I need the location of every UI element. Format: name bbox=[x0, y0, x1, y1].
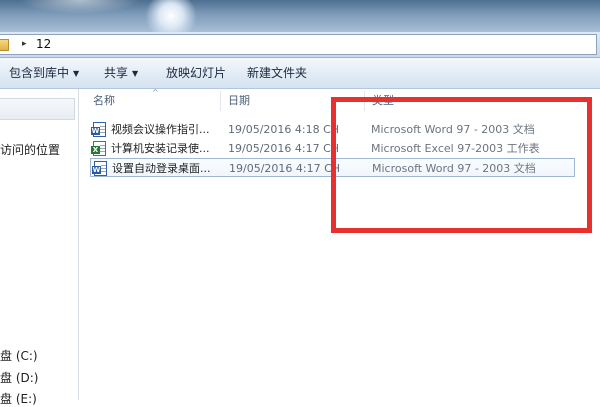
word-doc-icon: W bbox=[92, 161, 107, 176]
slideshow-button[interactable]: 放映幻灯片 bbox=[166, 58, 226, 88]
address-input[interactable]: ▸ 12 bbox=[0, 34, 597, 55]
excel-sheet-icon: X bbox=[91, 141, 106, 156]
nav-item-drive-c[interactable]: 盘 (C:) bbox=[0, 348, 38, 364]
file-type: Microsoft Excel 97-2003 工作表 bbox=[371, 142, 540, 155]
word-doc-icon: W bbox=[91, 122, 106, 137]
navigation-pane: 访问的位置 盘 (C:) 盘 (D:) 盘 (E:) bbox=[0, 89, 79, 406]
column-header-type[interactable]: 类型 bbox=[372, 89, 394, 113]
breadcrumb-folder-12[interactable]: 12 bbox=[36, 35, 51, 54]
file-name: 设置自动登录桌面... bbox=[112, 162, 211, 175]
nav-item-recent-places[interactable]: 访问的位置 bbox=[0, 142, 60, 158]
share-button[interactable]: 共享 ▼ bbox=[104, 58, 138, 88]
file-row-selected[interactable]: W 设置自动登录桌面... 19/05/2016 4:17 CH Microso… bbox=[90, 158, 575, 177]
chevron-down-icon: ▼ bbox=[73, 69, 80, 78]
column-divider[interactable] bbox=[364, 91, 365, 111]
nav-item-drive-d[interactable]: 盘 (D:) bbox=[0, 370, 38, 386]
chevron-down-icon: ▼ bbox=[132, 69, 139, 78]
file-type: Microsoft Word 97 - 2003 文档 bbox=[371, 123, 535, 136]
folder-icon bbox=[0, 39, 9, 51]
nav-item-drive-e[interactable]: 盘 (E:) bbox=[0, 391, 37, 407]
file-row[interactable]: X 计算机安装记录使... 19/05/2016 4:17 CH Microso… bbox=[90, 139, 575, 158]
column-divider[interactable] bbox=[220, 91, 221, 111]
title-bar bbox=[0, 0, 600, 38]
file-date: 19/05/2016 4:17 CH bbox=[229, 162, 341, 175]
file-date: 19/05/2016 4:18 CH bbox=[228, 123, 340, 136]
file-type: Microsoft Word 97 - 2003 文档 bbox=[372, 162, 536, 175]
include-in-library-label: 包含到库中 bbox=[9, 66, 70, 80]
file-date: 19/05/2016 4:17 CH bbox=[228, 142, 340, 155]
new-folder-label: 新建文件夹 bbox=[247, 66, 308, 80]
column-header-date[interactable]: 日期 bbox=[228, 89, 250, 113]
include-in-library-button[interactable]: 包含到库中 ▼ bbox=[9, 58, 79, 88]
address-bar: ▸ 12 bbox=[0, 32, 600, 58]
breadcrumb-chevron-icon[interactable]: ▸ bbox=[22, 36, 27, 53]
nav-favorites-header[interactable] bbox=[0, 98, 75, 120]
column-header-name[interactable]: 名称 bbox=[93, 89, 115, 113]
command-bar: 包含到库中 ▼ 共享 ▼ 放映幻灯片 新建文件夹 bbox=[0, 58, 600, 89]
file-list: 名称 ^ 日期 类型 W 视频会议操作指引... 19/05/2016 4:18… bbox=[79, 88, 600, 400]
file-name: 视频会议操作指引... bbox=[111, 123, 210, 136]
share-label: 共享 bbox=[104, 66, 129, 80]
sort-ascending-icon: ^ bbox=[152, 88, 159, 97]
file-row[interactable]: W 视频会议操作指引... 19/05/2016 4:18 CH Microso… bbox=[90, 120, 575, 139]
file-name: 计算机安装记录使... bbox=[111, 142, 210, 155]
new-folder-button[interactable]: 新建文件夹 bbox=[247, 58, 307, 88]
slideshow-label: 放映幻灯片 bbox=[166, 66, 227, 80]
